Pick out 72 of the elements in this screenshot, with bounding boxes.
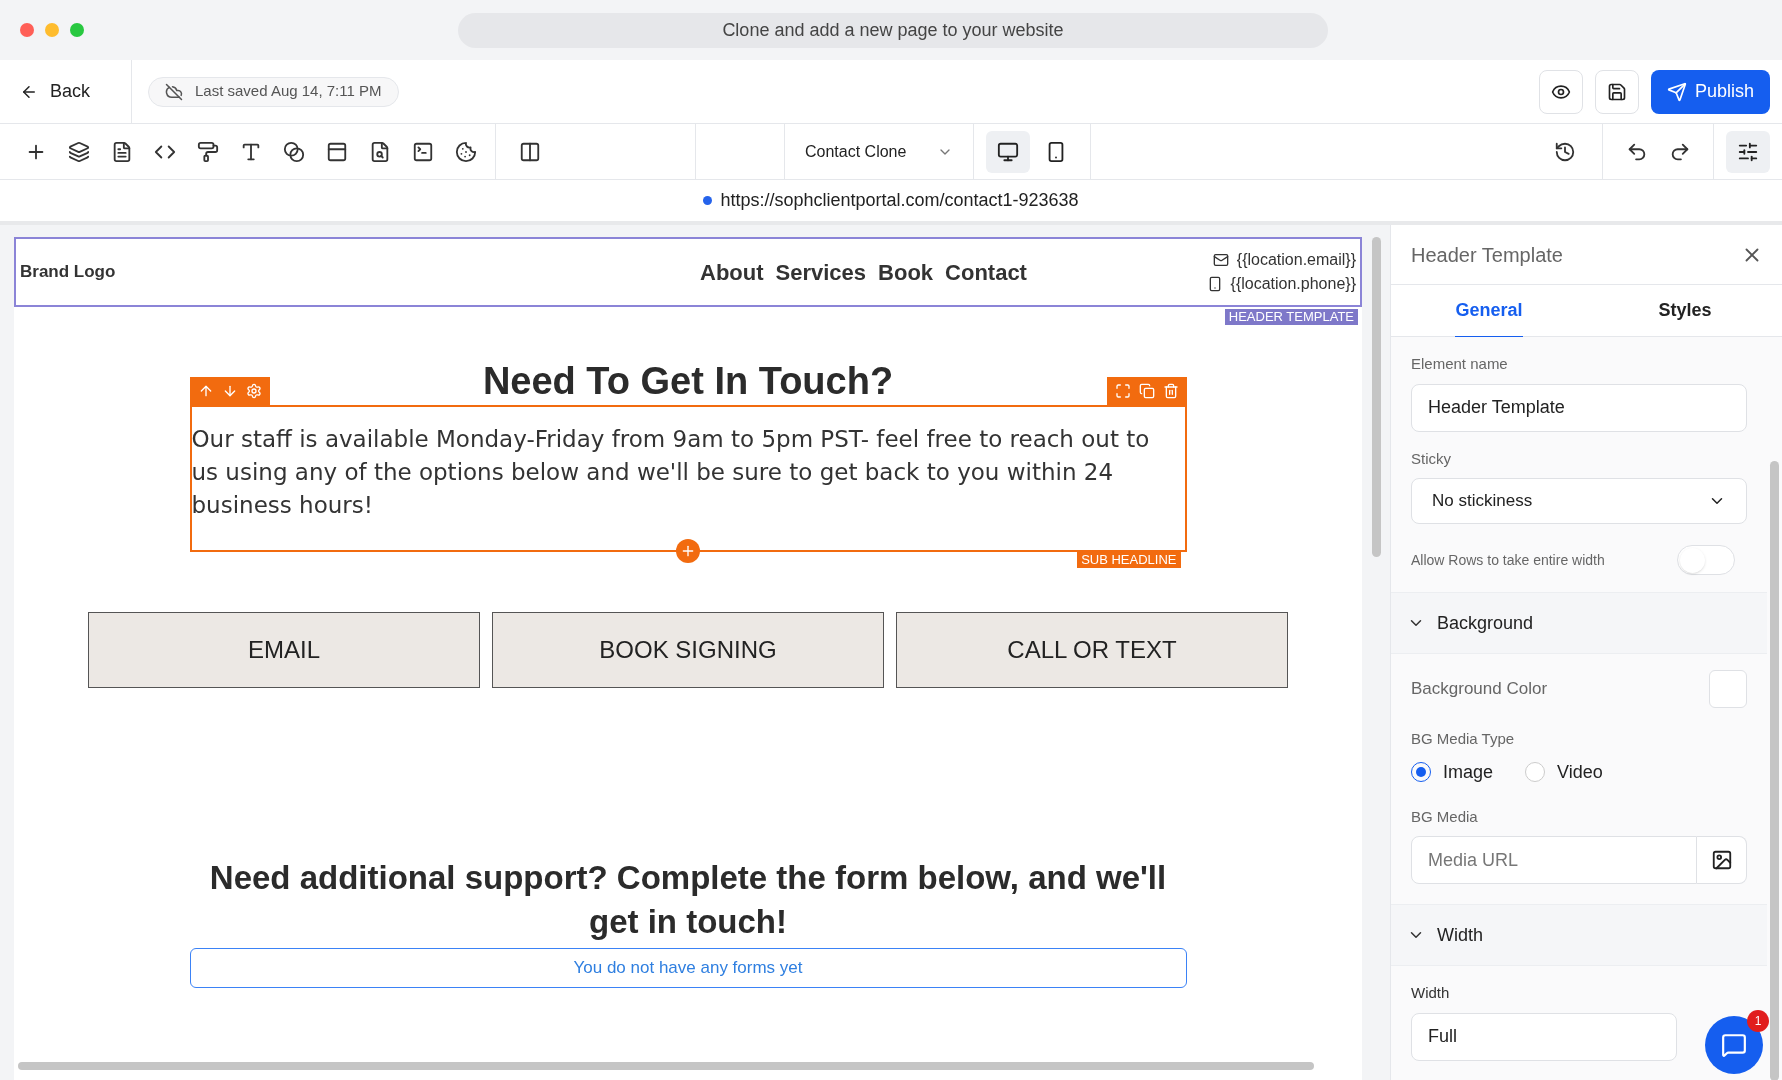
vertical-scrollbar[interactable] bbox=[1371, 237, 1381, 557]
mail-icon bbox=[1212, 252, 1229, 268]
page-url: https://sophclientportal.com/contact1-923638 bbox=[720, 189, 1079, 212]
nav-link[interactable]: Book bbox=[878, 255, 934, 289]
toggle-label: Allow Rows to take entire width bbox=[1411, 550, 1605, 570]
publish-button[interactable]: Publish bbox=[1650, 69, 1770, 114]
field-label: Background Color bbox=[1411, 678, 1548, 701]
sliders-icon bbox=[1737, 140, 1759, 163]
image-icon bbox=[1710, 849, 1733, 871]
contact-option-button[interactable]: EMAIL bbox=[88, 612, 480, 688]
page-select[interactable]: Contact Clone bbox=[784, 124, 974, 179]
split-view-icon bbox=[518, 140, 541, 163]
color-swatch[interactable] bbox=[1709, 670, 1747, 708]
field-label: BG Media bbox=[1411, 806, 1479, 827]
panel-title: Header Template bbox=[1411, 242, 1563, 268]
nav-link[interactable]: Contact bbox=[945, 255, 1027, 289]
phone-placeholder-text: {{location.phone}} bbox=[1230, 274, 1356, 294]
copy-icon[interactable] bbox=[1138, 383, 1155, 399]
field-label: Element name bbox=[1411, 354, 1509, 374]
settings-button[interactable] bbox=[1726, 130, 1770, 173]
contact-option-button[interactable]: CALL OR TEXT bbox=[896, 612, 1288, 688]
section-header[interactable]: Background bbox=[1391, 592, 1767, 654]
width-field[interactable]: Full bbox=[1411, 1012, 1677, 1061]
nav-link[interactable]: About bbox=[700, 255, 764, 289]
send-icon bbox=[1666, 81, 1687, 102]
trash-icon[interactable] bbox=[1162, 383, 1179, 399]
window-icon bbox=[325, 140, 348, 163]
add-element-button[interactable] bbox=[676, 539, 700, 563]
circles-icon bbox=[282, 140, 305, 163]
history-icon bbox=[1553, 140, 1576, 163]
full-width-toggle[interactable] bbox=[1677, 545, 1735, 575]
cookie-icon bbox=[454, 140, 477, 163]
field-label: Width bbox=[1411, 983, 1451, 1003]
element-name-field[interactable]: Header Template bbox=[1411, 383, 1747, 432]
form-notice: You do not have any forms yet bbox=[189, 948, 1187, 988]
paint-roller-icon bbox=[196, 140, 219, 163]
back-button[interactable]: Back bbox=[0, 60, 132, 123]
nav-link[interactable]: Services bbox=[775, 255, 867, 289]
element-tag: HEADER TEMPLATE bbox=[1224, 309, 1358, 325]
media-url-field[interactable]: Media URL bbox=[1411, 836, 1697, 884]
page-heading: Need To Get In Touch? bbox=[482, 359, 894, 403]
element-tag: SUB HEADLINE bbox=[1077, 552, 1181, 568]
radio-option[interactable]: Video bbox=[1525, 758, 1603, 786]
layers-icon bbox=[67, 140, 90, 163]
email-placeholder-text: {{location.email}} bbox=[1236, 250, 1356, 270]
field-label: Sticky bbox=[1411, 448, 1452, 469]
support-heading: Need additional support? Complete the form below, and we'll get in touch! bbox=[208, 858, 1168, 942]
chat-icon bbox=[1721, 1032, 1747, 1058]
image-picker-button[interactable] bbox=[1697, 836, 1747, 884]
terminal-icon bbox=[411, 140, 434, 163]
panel-tab[interactable]: Styles bbox=[1587, 285, 1782, 336]
header-section[interactable]: Brand Logo About Services Book Contact {{location.email}} {{location.phone}} bbox=[14, 237, 1362, 307]
cloud-off-icon bbox=[165, 82, 183, 101]
last-saved-badge: Last saved Aug 14, 7:11 PM bbox=[148, 76, 399, 107]
preview-button[interactable] bbox=[1538, 69, 1583, 114]
radio-option[interactable]: Image bbox=[1411, 758, 1494, 786]
section-header[interactable]: Width bbox=[1391, 904, 1767, 966]
settings-icon[interactable] bbox=[245, 383, 262, 399]
section-title: Background bbox=[1437, 611, 1534, 635]
field-label: BG Media Type bbox=[1411, 729, 1516, 749]
brand-logo: Brand Logo bbox=[20, 261, 117, 284]
desktop-view-button[interactable] bbox=[986, 130, 1030, 173]
section-title: Width bbox=[1437, 923, 1483, 947]
window-title: Clone and add a new page to your website bbox=[458, 12, 1328, 48]
monitor-icon bbox=[997, 140, 1019, 163]
sticky-select[interactable]: No stickiness bbox=[1411, 478, 1747, 524]
plus-icon bbox=[680, 543, 696, 559]
contact-option-button[interactable]: BOOK SIGNING bbox=[492, 612, 884, 688]
horizontal-scrollbar[interactable] bbox=[18, 1062, 1314, 1070]
save-button[interactable] bbox=[1594, 69, 1639, 114]
vertical-scrollbar[interactable] bbox=[1770, 461, 1779, 1080]
sub-headline-text: Our staff is available Monday-Friday from 9am to 5pm PST- feel free to reach out to us using any of the options below and we'll be sure to get back to you within 24 business hours! bbox=[191, 425, 1151, 520]
